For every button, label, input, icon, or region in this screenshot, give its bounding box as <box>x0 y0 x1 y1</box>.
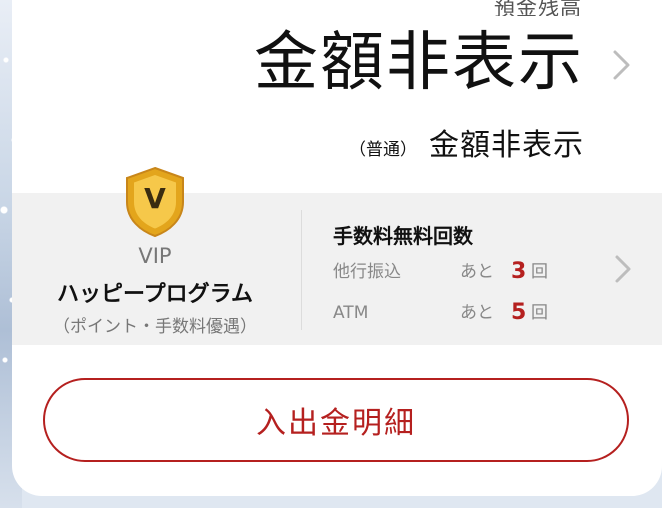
transaction-history-label: 入出金明細 <box>256 406 416 441</box>
account-type: （普通） <box>349 140 417 160</box>
fee-row-label: ATM <box>333 303 369 323</box>
vip-shield-icon: V <box>126 166 184 238</box>
fee-title: 手数料無料回数 <box>333 224 473 248</box>
fee-row-unit: 回 <box>531 303 548 323</box>
panel-divider <box>301 210 302 330</box>
chevron-right-icon[interactable] <box>608 48 634 82</box>
chevron-right-icon[interactable] <box>612 254 634 284</box>
program-name: ハッピープログラム <box>56 282 254 307</box>
sub-balance-amount: 金額非表示 <box>429 128 584 163</box>
balance-amount[interactable]: 金額非表示 <box>254 28 584 98</box>
fee-row-count: 5 <box>511 300 527 325</box>
fee-row-label: 他行振込 <box>333 262 401 282</box>
fee-row-unit: 回 <box>531 262 548 282</box>
program-subtitle: （ポイント・手数料優遇） <box>53 317 257 337</box>
fee-row-prefix: あと <box>460 303 494 323</box>
badge-letter: V <box>144 182 166 215</box>
fee-row-count: 3 <box>511 259 527 284</box>
transaction-history-button[interactable]: 入出金明細 <box>43 378 629 462</box>
vip-label: VIP <box>138 244 172 268</box>
balance-label: 預金残高 <box>494 0 582 16</box>
fee-row-prefix: あと <box>460 262 494 282</box>
account-sub-row: （普通） 金額非表示 <box>349 126 584 170</box>
